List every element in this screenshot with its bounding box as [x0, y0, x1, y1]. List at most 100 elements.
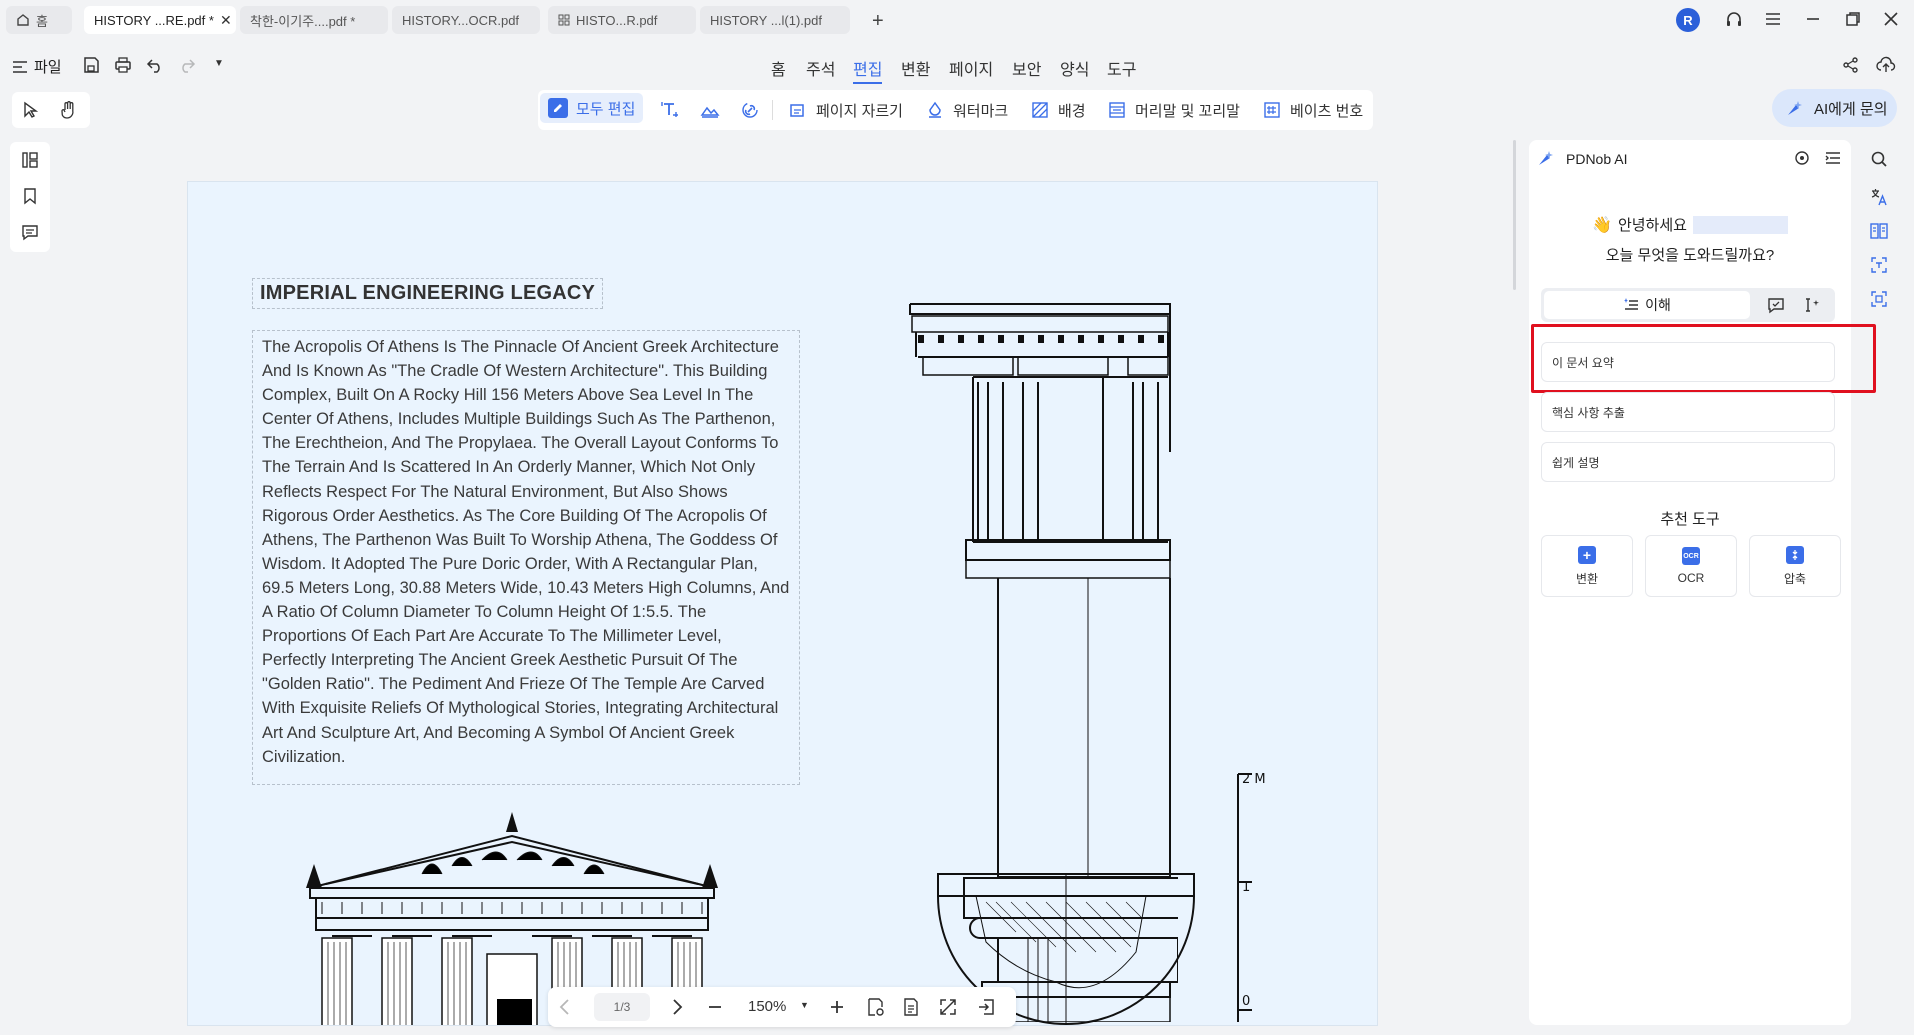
hand-icon[interactable] [60, 100, 78, 120]
menu-page[interactable]: 페이지 [949, 56, 993, 80]
zoom-dropdown-icon[interactable]: ▼ [800, 1000, 809, 1010]
menu-tools[interactable]: 도구 [1107, 56, 1136, 80]
menu-security[interactable]: 보안 [1012, 56, 1041, 80]
menu-edit[interactable]: 편집 [853, 56, 883, 84]
page-navigation-bar: 1/3 150% ▼ [548, 987, 1016, 1027]
save-icon[interactable] [82, 56, 100, 74]
zoom-level[interactable]: 150% [748, 998, 786, 1015]
thumbnails-icon[interactable] [21, 151, 39, 169]
tab-home[interactable]: 홈 [6, 6, 72, 34]
menu-icon[interactable] [1764, 10, 1782, 28]
crop-icon [788, 100, 808, 120]
write-sparkle-icon[interactable] [1803, 296, 1821, 314]
tab-document[interactable]: HISTO...R.pdf [548, 6, 696, 34]
watermark-button[interactable]: 워터마크 [925, 96, 1008, 124]
redo-icon[interactable] [178, 56, 196, 74]
zoom-out-icon[interactable] [706, 997, 724, 1017]
panel-resize-handle[interactable] [1513, 140, 1516, 290]
edit-all-button[interactable]: 모두 편집 [540, 93, 644, 123]
watermark-icon [925, 100, 945, 120]
title-text-box[interactable]: IMPERIAL ENGINEERING LEGACY [252, 278, 604, 309]
tab-document-active[interactable]: HISTORY ...RE.pdf * ✕ [84, 6, 236, 34]
convert-icon: + [1578, 545, 1596, 564]
menu-home[interactable]: 홈 [771, 56, 786, 80]
pdnob-logo-icon [1537, 149, 1555, 167]
suggestion-key-points[interactable]: 핵심 사항 추출 [1541, 392, 1835, 432]
tab-label: HISTORY ...RE.pdf * [94, 12, 214, 28]
screenshot-ocr-icon[interactable] [1870, 290, 1888, 308]
header-footer-button[interactable]: 머리말 및 꼬리말 [1107, 96, 1240, 124]
close-window-icon[interactable] [1882, 10, 1900, 28]
tab-document[interactable]: 착한-이기주....pdf * [240, 6, 388, 34]
tab-understand[interactable]: 이해 [1544, 291, 1750, 319]
collapse-panel-icon[interactable] [1824, 149, 1842, 167]
tool-convert[interactable]: + 변환 [1541, 535, 1633, 597]
compare-icon[interactable] [1870, 222, 1888, 240]
scan-text-icon[interactable] [1870, 256, 1888, 274]
scale-label-1: 1 [1242, 880, 1251, 895]
suggestion-explain-simply[interactable]: 쉽게 설명 [1541, 442, 1835, 482]
crop-page-label: 페이지 자르기 [816, 102, 903, 120]
background-icon [1030, 100, 1050, 120]
fit-page-icon[interactable] [938, 997, 958, 1017]
target-icon[interactable] [1793, 149, 1811, 167]
chevron-down-icon[interactable]: ▼ [214, 58, 224, 69]
tool-convert-label: 변환 [1575, 571, 1599, 586]
add-text-icon[interactable] [660, 100, 680, 120]
menu-annotate[interactable]: 주석 [806, 56, 835, 80]
document-body-text: The Acropolis Of Athens Is The Pinnacle … [262, 338, 790, 766]
bates-number-button[interactable]: 베이츠 번호 [1262, 96, 1363, 124]
tool-ocr[interactable]: OCR OCR [1645, 535, 1737, 597]
prev-page-icon[interactable] [558, 997, 572, 1017]
bates-number-icon [1262, 100, 1282, 120]
exit-icon[interactable] [976, 997, 996, 1017]
page-number-input[interactable]: 1/3 [594, 993, 650, 1021]
undo-icon[interactable] [146, 56, 164, 74]
add-link-icon[interactable] [740, 100, 760, 120]
scale-label-0: 0 [1242, 994, 1251, 1009]
select-cursor-icon[interactable] [22, 101, 38, 119]
chat-icon[interactable] [1767, 296, 1785, 314]
background-button[interactable]: 배경 [1030, 96, 1086, 124]
scale-bar [1237, 773, 1252, 1022]
suggestion-summarize[interactable]: 이 문서 요약 [1541, 342, 1835, 382]
translate-icon[interactable] [1870, 188, 1888, 206]
minimize-icon[interactable] [1804, 10, 1822, 28]
crop-page-button[interactable]: 페이지 자르기 [788, 96, 903, 124]
tab-label: HISTORY...OCR.pdf [402, 12, 520, 28]
tab-document[interactable]: HISTORY...OCR.pdf [392, 6, 540, 34]
page-settings-icon[interactable] [866, 997, 886, 1017]
next-page-icon[interactable] [670, 997, 684, 1017]
new-tab-plus-icon[interactable]: + [872, 10, 884, 33]
restore-icon[interactable] [1844, 10, 1862, 28]
add-image-icon[interactable] [700, 100, 720, 120]
headset-icon[interactable] [1724, 10, 1744, 30]
zoom-in-icon[interactable] [828, 997, 846, 1017]
file-menu-label: 파일 [34, 59, 62, 76]
share-icon[interactable] [1842, 56, 1860, 74]
subgreeting-text: 오늘 무엇을 도와드릴까요? [1605, 247, 1775, 264]
tab-document[interactable]: HISTORY ...l(1).pdf [700, 6, 850, 34]
bookmark-icon[interactable] [21, 187, 39, 205]
grid-icon [558, 14, 570, 26]
search-icon[interactable] [1870, 150, 1888, 168]
compress-icon [1786, 545, 1804, 564]
page-view-icon[interactable] [902, 997, 920, 1017]
right-sidebar [1860, 140, 1900, 340]
pdf-page: IMPERIAL ENGINEERING LEGACY The Acropoli… [187, 181, 1378, 1026]
body-text-box[interactable]: The Acropolis Of Athens Is The Pinnacle … [252, 330, 800, 785]
close-icon[interactable]: ✕ [220, 12, 232, 29]
menu-convert[interactable]: 변환 [901, 56, 930, 80]
print-icon[interactable] [114, 56, 132, 74]
ask-ai-button[interactable]: AI에게 문의 [1772, 89, 1897, 127]
tab-label: 착한-이기주....pdf * [250, 13, 356, 29]
menu-form[interactable]: 양식 [1060, 56, 1089, 80]
cloud-upload-icon[interactable] [1876, 56, 1896, 74]
tab-label: HISTO...R.pdf [576, 12, 658, 28]
file-menu-button[interactable]: 파일 [12, 56, 62, 77]
cursor-tools [12, 92, 90, 128]
comment-icon[interactable] [21, 223, 39, 241]
avatar[interactable]: R [1676, 8, 1700, 32]
tool-compress[interactable]: 압축 [1749, 535, 1841, 597]
scale-label-2m: 2 M [1242, 772, 1266, 787]
